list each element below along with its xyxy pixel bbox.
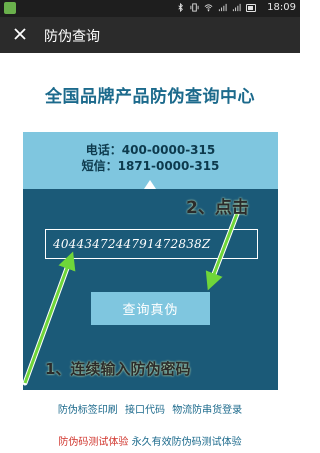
pointer-triangle-icon (144, 180, 156, 189)
main-heading: 全国品牌产品防伪查询中心 (45, 87, 255, 107)
signal-icon (232, 3, 241, 12)
links-row-1: 防伪标签印刷 接口代码 物流防串货登录 (0, 401, 300, 416)
status-bar: 18:09 (0, 0, 300, 17)
status-icons (176, 3, 256, 12)
bluetooth-icon (178, 3, 183, 12)
app-notification-icon (4, 2, 16, 14)
phone-number: 电话：400-0000-315 (85, 143, 216, 157)
wifi-icon (204, 4, 213, 12)
signal-icon (218, 3, 227, 12)
query-panel: 电话：400-0000-315 短信：1871-0000-315 查询真伪 (23, 132, 278, 390)
link-label-printing[interactable]: 防伪标签印刷 (58, 405, 118, 416)
annotation-click-label: 2、点击 (186, 198, 249, 218)
vibrate-icon (190, 3, 199, 12)
links-row-2: 防伪码测试体验 永久有效防伪码测试体验 (0, 433, 300, 448)
page-title: 防伪查询 (44, 29, 100, 45)
annotation-input-label: 1、连续输入防伪密码 (45, 360, 191, 378)
link-code-test[interactable]: 防伪码测试体验 (58, 437, 128, 448)
link-api-code[interactable]: 接口代码 (125, 405, 165, 416)
anti-fake-code-input[interactable] (45, 229, 258, 259)
query-authenticity-button[interactable]: 查询真伪 (91, 292, 210, 325)
status-time: 18:09 (267, 2, 296, 13)
battery-icon (246, 3, 256, 12)
title-bar: 防伪查询 (0, 17, 300, 53)
link-logistics-login[interactable]: 物流防串货登录 (172, 405, 242, 416)
link-permanent-code-test[interactable]: 永久有效防伪码测试体验 (132, 437, 242, 448)
close-icon[interactable] (9, 23, 31, 45)
sms-number: 短信：1871-0000-315 (81, 159, 220, 173)
